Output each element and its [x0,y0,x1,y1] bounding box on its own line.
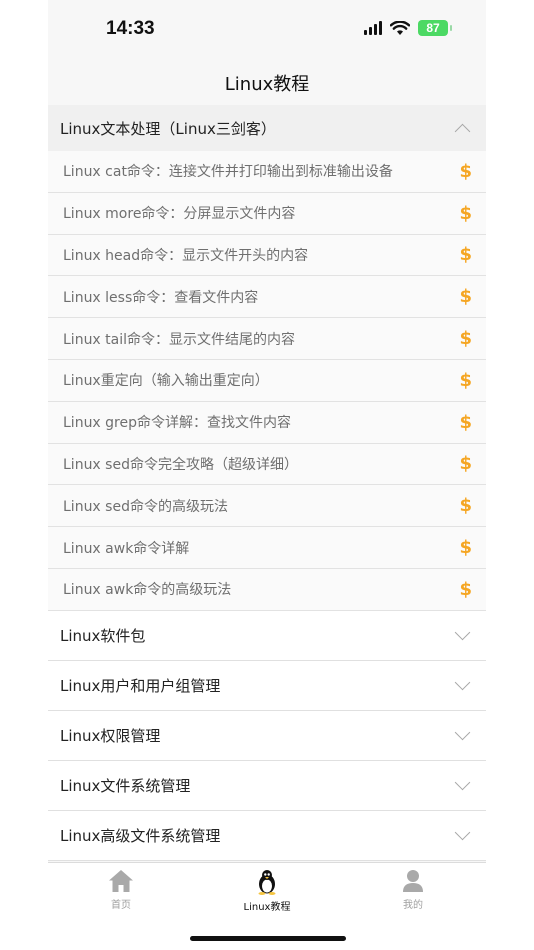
lesson-item[interactable]: Linux more命令：分屏显示文件内容 $ [48,192,486,235]
lesson-item[interactable]: Linux tail命令：显示文件结尾的内容 $ [48,318,486,360]
section-header-software-packages[interactable]: Linux软件包 [48,610,486,661]
page-title: Linux教程 [224,74,310,95]
screen: 14:33 87 Linux教程 Linux文本处理（Linux三剑客） Lin… [0,0,534,950]
lesson-title: Linux more命令：分屏显示文件内容 [63,206,296,223]
lesson-item[interactable]: Linux head命令：显示文件开头的内容 $ [48,234,486,277]
person-icon [403,870,423,892]
chevron-down-icon [454,674,471,691]
lesson-item[interactable]: Linux less命令：查看文件内容 $ [48,276,486,319]
section-title: Linux高级文件系统管理 [60,826,221,845]
lesson-item[interactable]: Linux awk命令的高级玩法 $ [48,568,486,611]
tab-home[interactable]: 首页 [71,869,171,911]
paid-dollar-icon: $ [459,537,472,559]
section-header-permissions[interactable]: Linux权限管理 [48,710,486,761]
home-icon [109,870,133,892]
paid-dollar-icon: $ [459,369,472,391]
lesson-item[interactable]: Linux cat命令：连接文件并打印输出到标准输出设备 $ [48,151,486,193]
lesson-title: Linux sed命令完全攻略（超级详细） [63,456,298,473]
lesson-item[interactable]: Linux sed命令的高级玩法 $ [48,485,486,528]
cellular-signal-icon [364,21,382,35]
course-content: Linux文本处理（Linux三剑客） Linux cat命令：连接文件并打印输… [48,105,486,861]
chevron-down-icon [454,774,471,791]
lesson-item[interactable]: Linux grep命令详解：查找文件内容 $ [48,401,486,444]
paid-dollar-icon: $ [459,244,472,266]
section-title: Linux用户和用户组管理 [60,676,221,695]
section-header-users-groups[interactable]: Linux用户和用户组管理 [48,660,486,711]
tab-label: Linux教程 [243,902,291,913]
lesson-item[interactable]: Linux sed命令完全攻略（超级详细） $ [48,443,486,486]
section-header-filesystem[interactable]: Linux文件系统管理 [48,760,486,811]
paid-dollar-icon: $ [459,328,472,350]
lesson-title: Linux less命令：查看文件内容 [63,289,259,306]
section-header-advanced-filesystem[interactable]: Linux高级文件系统管理 [48,810,486,861]
status-bar: 14:33 87 [48,0,486,60]
paid-dollar-icon: $ [459,411,472,433]
paid-dollar-icon: $ [459,286,472,308]
section-header-text-processing[interactable]: Linux文本处理（Linux三剑客） [48,105,486,151]
penguin-icon [258,870,276,895]
tab-label: 首页 [111,900,131,911]
tab-label: 我的 [403,900,423,911]
lesson-title: Linux tail命令：显示文件结尾的内容 [63,331,296,348]
lesson-title: Linux awk命令的高级玩法 [63,582,232,599]
phone-screen: 14:33 87 Linux教程 Linux文本处理（Linux三剑客） Lin… [48,0,486,950]
home-indicator [190,936,346,941]
section-title: Linux软件包 [60,626,146,645]
paid-dollar-icon: $ [459,160,472,182]
lesson-title: Linux重定向（输入输出重定向） [63,373,269,390]
tab-linux-tutorial[interactable]: Linux教程 [217,869,317,913]
chevron-up-icon [454,123,471,139]
chevron-down-icon [454,624,471,641]
lesson-item[interactable]: Linux awk命令详解 $ [48,527,486,569]
section-title: Linux权限管理 [60,726,161,745]
wifi-icon [390,20,410,35]
lesson-title: Linux sed命令的高级玩法 [63,498,228,515]
chevron-down-icon [454,724,471,741]
lesson-title: Linux cat命令：连接文件并打印输出到标准输出设备 [63,164,393,181]
lesson-title: Linux awk命令详解 [63,540,190,557]
chevron-down-icon [454,824,471,841]
status-time: 14:33 [106,18,155,39]
section-title: Linux文本处理（Linux三剑客） [60,119,276,138]
paid-dollar-icon: $ [459,202,472,224]
paid-dollar-icon: $ [459,453,472,475]
lesson-list: Linux cat命令：连接文件并打印输出到标准输出设备 $ Linux more… [48,151,486,611]
tab-mine[interactable]: 我的 [363,869,463,911]
paid-dollar-icon: $ [459,495,472,517]
lesson-title: Linux head命令：显示文件开头的内容 [63,247,309,264]
lesson-title: Linux grep命令详解：查找文件内容 [63,415,292,432]
battery-icon: 87 [418,20,452,36]
lesson-item[interactable]: Linux重定向（输入输出重定向） $ [48,359,486,402]
status-icons: 87 [364,20,452,36]
paid-dollar-icon: $ [459,578,472,600]
section-title: Linux文件系统管理 [60,776,191,795]
